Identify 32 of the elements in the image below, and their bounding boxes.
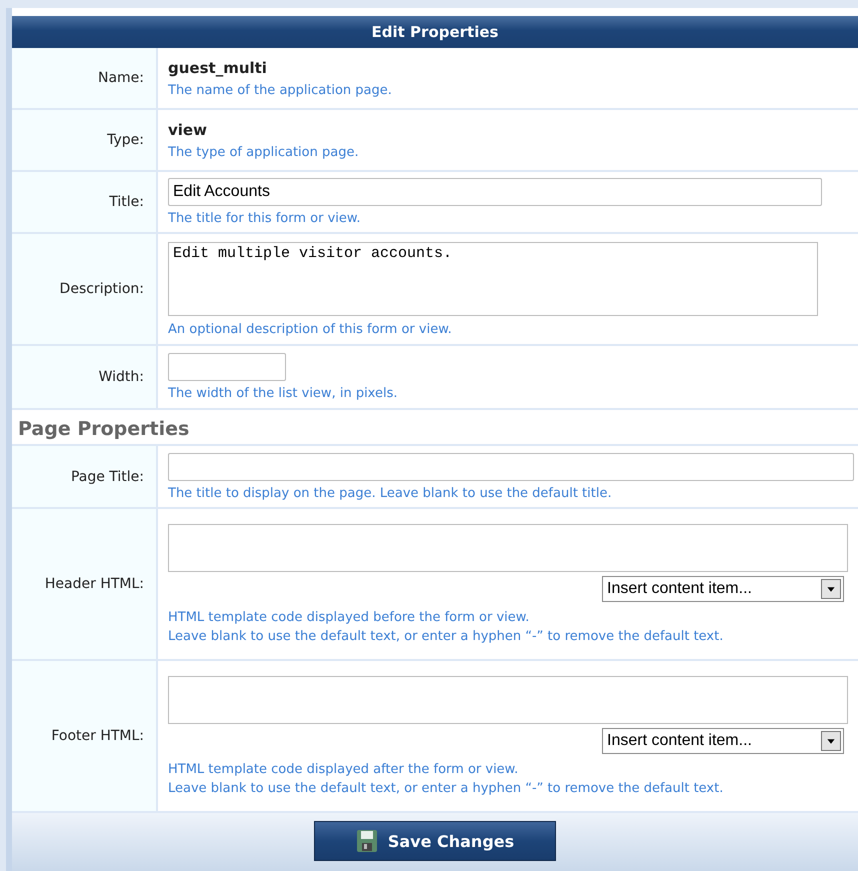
- panel-title: Edit Properties: [12, 16, 858, 48]
- field-value: view: [168, 120, 208, 138]
- content-item-dropdown[interactable]: Insert content item...: [602, 728, 844, 754]
- caret-icon: [821, 731, 841, 751]
- field-label: Description:: [12, 234, 158, 344]
- field-hint: The title for this form or view.: [168, 210, 362, 228]
- field-label: Type:: [12, 110, 158, 170]
- caret-icon: [821, 579, 841, 599]
- width-input[interactable]: [168, 353, 286, 381]
- field-hint: Leave blank to use the default text, or enter a hyphen “-” to remove the default text.: [168, 628, 724, 646]
- field-label: Title:: [12, 172, 158, 232]
- description-textarea[interactable]: Edit multiple visitor accounts.: [168, 242, 818, 316]
- content-item-dropdown[interactable]: Insert content item...: [602, 576, 844, 602]
- field-label: Header HTML:: [12, 509, 158, 659]
- title-input[interactable]: Edit Accounts: [168, 178, 822, 206]
- field-hint: HTML template code displayed after the form or view.: [168, 761, 520, 779]
- field-hint: Leave blank to use the default text, or enter a hyphen “-” to remove the default text.: [168, 780, 724, 798]
- field-hint: The width of the list view, in pixels.: [168, 385, 398, 403]
- html-textarea[interactable]: [168, 524, 848, 572]
- field-label: Width:: [12, 346, 158, 408]
- field-hint: The type of application page.: [168, 144, 360, 162]
- field-label: Footer HTML:: [12, 661, 158, 811]
- field-value: guest_multi: [168, 58, 268, 76]
- field-hint: HTML template code displayed before the form or view.: [168, 609, 530, 627]
- field-label: Page Title:: [12, 446, 158, 507]
- field-hint: The title to display on the page. Leave blank to use the default title.: [168, 484, 613, 502]
- save-button[interactable]: Save Changes: [314, 821, 556, 861]
- field-hint: An optional description of this form or view.: [168, 320, 453, 338]
- page-title-input[interactable]: [168, 452, 854, 480]
- html-textarea[interactable]: [168, 676, 848, 724]
- field-hint: The name of the application page.: [168, 82, 393, 100]
- field-label: Name:: [12, 48, 158, 108]
